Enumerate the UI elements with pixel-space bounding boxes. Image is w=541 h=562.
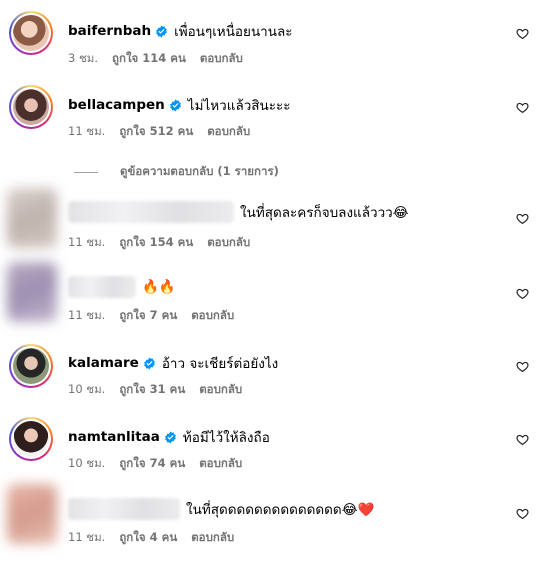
comment-likes[interactable]: ถูกใจ 7 คน [119, 307, 177, 325]
avatar[interactable] [9, 417, 53, 461]
verified-badge-icon [165, 431, 176, 443]
reply-button[interactable]: ตอบกลับ [191, 529, 234, 547]
comment-text: เพื่อนๆเหนื่อยนานละ [174, 24, 293, 40]
heart-outline-icon[interactable] [516, 433, 529, 446]
heart-outline-icon[interactable] [516, 101, 529, 114]
comment-likes[interactable]: ถูกใจ 512 คน [119, 123, 193, 141]
comment-text: อ้าว จะเชียร์ต่อยังไง [161, 356, 279, 372]
avatar[interactable] [9, 344, 53, 388]
comment-username[interactable]: baifernbah [68, 23, 151, 39]
comment-time: 11 ชม. [68, 124, 106, 138]
reply-button[interactable]: ตอบกลับ [199, 455, 242, 473]
comment-username[interactable]: namtanlitaa [68, 429, 160, 445]
view-replies-label: ดูข้อความตอบกลับ (1 รายการ) [120, 164, 279, 178]
verified-badge-icon [143, 357, 155, 369]
comment-likes[interactable]: ถูกใจ 154 คน [119, 234, 193, 252]
avatar[interactable] [9, 85, 53, 129]
verified-badge-icon [169, 99, 181, 111]
comment-username[interactable] [68, 201, 234, 223]
reply-button[interactable]: ตอบกลับ [199, 381, 242, 399]
avatar[interactable] [7, 484, 57, 544]
heart-outline-icon[interactable] [516, 27, 529, 40]
comment-text: ในที่สุดดดดดดดดดดดดดด😂❤️ [186, 502, 375, 518]
comment-likes[interactable]: ถูกใจ 114 คน [112, 50, 186, 68]
heart-outline-icon[interactable] [516, 360, 529, 373]
comment-username[interactable]: kalamare [68, 355, 139, 371]
comment-likes[interactable]: ถูกใจ 74 คน [119, 455, 185, 473]
reply-button[interactable]: ตอบกลับ [200, 50, 243, 68]
comment-time: 11 ชม. [68, 308, 106, 322]
comment-text: ไม่ไหวแล้วสินะะะ [187, 98, 291, 114]
heart-outline-icon[interactable] [516, 287, 529, 300]
comment-time: 11 ชม. [68, 235, 106, 249]
avatar[interactable] [7, 262, 57, 322]
comment-time: 10 ชม. [68, 382, 106, 396]
divider [74, 171, 98, 173]
comment-username[interactable] [68, 498, 180, 520]
verified-badge-icon [156, 25, 167, 37]
comment-text: ท้อมีไว้ให้ลิงถือ [182, 430, 270, 446]
comment-likes[interactable]: ถูกใจ 31 คน [119, 381, 185, 399]
comment-username[interactable]: bellacampen [68, 97, 165, 113]
comments-list: baifernbah เพื่อนๆเหนื่อยนานละ 3 ชม. ถูก… [0, 0, 541, 562]
comment-text: 🔥🔥 [142, 279, 176, 295]
comment-time: 10 ชม. [68, 456, 106, 470]
heart-outline-icon[interactable] [516, 212, 529, 225]
comment-likes[interactable]: ถูกใจ 4 คน [119, 529, 177, 547]
comment-text: ในที่สุดละครก็จบลงแล้ววว😂 [240, 205, 409, 221]
reply-button[interactable]: ตอบกลับ [207, 234, 250, 252]
comment-time: 11 ชม. [68, 530, 106, 544]
reply-button[interactable]: ตอบกลับ [191, 307, 234, 325]
avatar[interactable] [9, 11, 53, 55]
reply-button[interactable]: ตอบกลับ [207, 123, 250, 141]
comment-username[interactable] [68, 276, 136, 298]
avatar[interactable] [7, 188, 57, 248]
comment-time: 3 ชม. [68, 51, 99, 65]
view-replies-button[interactable]: ดูข้อความตอบกลับ (1 รายการ) [74, 163, 279, 181]
heart-outline-icon[interactable] [516, 507, 529, 520]
